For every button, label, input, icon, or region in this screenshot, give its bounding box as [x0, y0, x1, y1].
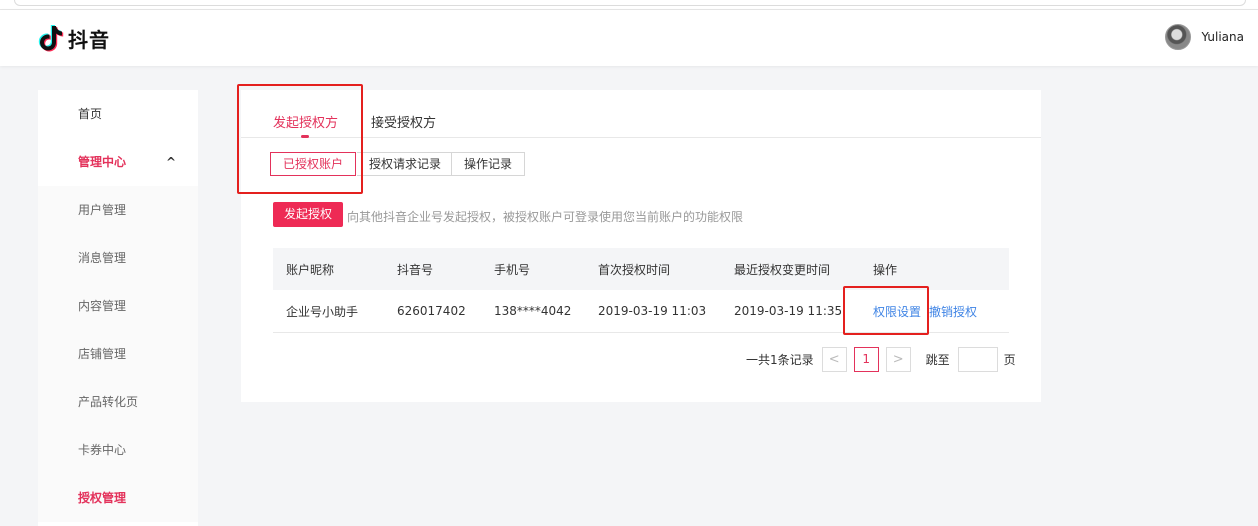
user-menu[interactable]: Yuliana	[1165, 24, 1244, 50]
sidebar-item-label: 卡券中心	[78, 443, 127, 457]
cell-nickname: 企业号小助手	[286, 304, 359, 319]
column-header-nickname: 账户昵称	[286, 262, 335, 277]
tab-bar: 发起授权方 接受授权方	[241, 90, 1041, 138]
sidebar-item-message-management[interactable]: 消息管理	[38, 234, 198, 282]
sidebar-item-product-conversion[interactable]: 产品转化页	[38, 378, 198, 426]
tiktok-note-icon	[38, 25, 64, 52]
cell-douyin-id: 626017402	[397, 304, 466, 318]
column-header-phone: 手机号	[494, 262, 531, 277]
sidebar-item-label: 管理中心	[78, 155, 127, 169]
address-bar-edge	[14, 0, 1246, 6]
tab-initiate-authorization[interactable]: 发起授权方	[273, 112, 338, 131]
sidebar-item-home[interactable]: 首页	[38, 90, 198, 138]
sidebar-item-label: 产品转化页	[78, 395, 139, 409]
sidebar-item-label: 首页	[78, 107, 103, 121]
authorized-accounts-table: 账户昵称 抖音号 手机号 首次授权时间 最近授权变更时间 操作 企业号小助手 6…	[273, 248, 1009, 333]
top-header: 抖音 Yuliana	[0, 10, 1258, 66]
tab-accept-authorization[interactable]: 接受授权方	[371, 112, 436, 131]
segment-authorized-accounts[interactable]: 已授权账户	[270, 152, 357, 176]
logo-text: 抖音	[68, 27, 110, 52]
active-tab-indicator	[301, 135, 309, 138]
jump-to-label: 跳至	[925, 352, 950, 367]
segment-operation-records[interactable]: 操作记录	[451, 152, 526, 176]
table-header: 账户昵称 抖音号 手机号 首次授权时间 最近授权变更时间 操作	[273, 248, 1009, 290]
user-name[interactable]: Yuliana	[1201, 30, 1244, 44]
sidebar-item-label: 用户管理	[78, 203, 127, 217]
authorization-hint: 向其他抖音企业号发起授权，被授权账户可登录使用您当前账户的功能权限	[347, 210, 744, 224]
sidebar-item-user-management[interactable]: 用户管理	[38, 186, 198, 234]
column-header-last-change-time: 最近授权变更时间	[734, 262, 831, 277]
main-card: 发起授权方 接受授权方 已授权账户 授权请求记录 操作记录 发起授权 向其他抖音…	[241, 90, 1041, 402]
sidebar-item-label: 消息管理	[78, 251, 127, 265]
segment-request-records[interactable]: 授权请求记录	[357, 152, 455, 176]
sidebar: 首页 管理中心 ^ 用户管理 消息管理 内容管理 店铺管理 产品转化页 卡券中心 …	[38, 90, 198, 526]
sidebar-item-label: 内容管理	[78, 299, 127, 313]
sidebar-item-management-center[interactable]: 管理中心 ^	[38, 138, 198, 186]
page-1-button[interactable]: 1	[853, 346, 879, 372]
cell-last-change-time: 2019-03-19 11:35	[734, 304, 843, 318]
avatar[interactable]	[1165, 24, 1192, 50]
cell-phone: 138****4042	[494, 304, 572, 318]
sidebar-item-label: 店铺管理	[78, 347, 127, 361]
next-page-button[interactable]: >	[885, 346, 911, 372]
pagination-total: 一共1条记录	[746, 352, 814, 367]
column-header-actions: 操作	[873, 262, 898, 277]
initiate-authorization-button[interactable]: 发起授权	[273, 202, 343, 227]
sidebar-item-content-management[interactable]: 内容管理	[38, 282, 198, 330]
cell-first-auth-time: 2019-03-19 11:03	[598, 304, 707, 318]
browser-top-strip	[0, 0, 1258, 10]
chevron-up-icon[interactable]: ^	[166, 138, 176, 186]
prev-page-button[interactable]: <	[821, 346, 847, 372]
sidebar-item-label: 授权管理	[78, 491, 127, 505]
table-row: 企业号小助手 626017402 138****4042 2019-03-19 …	[273, 290, 1009, 333]
revoke-authorization-link[interactable]: 撤销授权	[929, 290, 977, 332]
sidebar-item-authorization-management[interactable]: 授权管理	[38, 474, 198, 522]
page-unit-label: 页	[1003, 352, 1016, 367]
pagination: 一共1条记录 < 1 > 跳至 页	[746, 346, 1016, 372]
page-jump-input[interactable]	[957, 346, 998, 372]
permission-settings-link[interactable]: 权限设置	[873, 290, 921, 332]
column-header-first-auth-time: 首次授权时间	[598, 262, 671, 277]
sidebar-item-store-management[interactable]: 店铺管理	[38, 330, 198, 378]
douyin-logo[interactable]: 抖音	[38, 24, 110, 52]
sidebar-item-coupon-center[interactable]: 卡券中心	[38, 426, 198, 474]
column-header-douyin-id: 抖音号	[397, 262, 434, 277]
